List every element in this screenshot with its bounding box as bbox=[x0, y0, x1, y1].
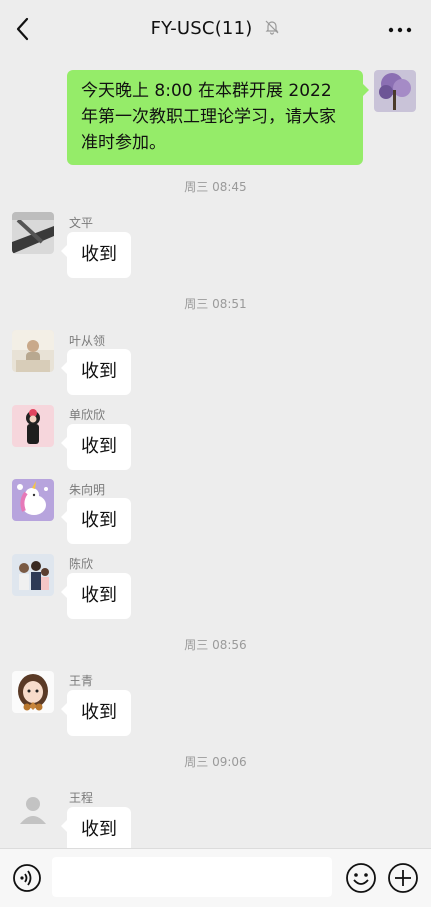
self-avatar[interactable] bbox=[374, 70, 416, 112]
message-bubble[interactable]: 收到 bbox=[61, 690, 131, 736]
sender-name: 叶从领 bbox=[69, 334, 106, 348]
sender-name: 王程 bbox=[69, 791, 94, 805]
message-text: 收到 bbox=[81, 510, 117, 531]
avatar[interactable] bbox=[12, 554, 54, 596]
sender-name: 文平 bbox=[69, 216, 94, 230]
message-bubble[interactable]: 收到 bbox=[61, 573, 131, 619]
chat-title-wrap: FY-USC(11) bbox=[0, 18, 431, 40]
message-list[interactable]: 今天晚上 8:00 在本群开展 2022 年第一次教职工理论学习，请大家准时参加… bbox=[0, 58, 431, 848]
message-input[interactable] bbox=[52, 857, 332, 897]
timestamp: 周三 08:51 bbox=[184, 297, 247, 311]
bell-muted-icon bbox=[264, 19, 280, 40]
default-avatar-icon[interactable] bbox=[12, 788, 54, 830]
timestamp: 周三 08:56 bbox=[184, 638, 247, 652]
sender-name: 王青 bbox=[69, 674, 94, 688]
message-text: 收到 bbox=[81, 585, 117, 606]
message-bubble[interactable]: 收到 bbox=[61, 807, 131, 848]
message-bubble[interactable]: 收到 bbox=[61, 349, 131, 395]
sender-name: 陈欣 bbox=[69, 557, 94, 571]
message-text: 收到 bbox=[81, 436, 117, 457]
avatar[interactable] bbox=[12, 330, 54, 372]
sender-name: 朱向明 bbox=[69, 483, 106, 497]
voice-icon[interactable] bbox=[12, 863, 42, 893]
composer-bar bbox=[0, 848, 431, 907]
message-bubble[interactable]: 收到 bbox=[61, 498, 131, 544]
message-text: 收到 bbox=[81, 702, 117, 723]
self-message-text: 今天晚上 8:00 在本群开展 2022 年第一次教职工理论学习，请大家准时参加… bbox=[81, 81, 336, 153]
timestamp: 周三 09:06 bbox=[184, 755, 247, 769]
message-bubble[interactable]: 收到 bbox=[61, 424, 131, 470]
avatar[interactable] bbox=[12, 671, 54, 713]
message-text: 收到 bbox=[81, 244, 117, 265]
timestamp: 周三 08:45 bbox=[184, 180, 247, 194]
self-message-bubble[interactable]: 今天晚上 8:00 在本群开展 2022 年第一次教职工理论学习，请大家准时参加… bbox=[67, 70, 369, 165]
avatar[interactable] bbox=[12, 479, 54, 521]
message-bubble[interactable]: 收到 bbox=[61, 232, 131, 278]
plus-icon[interactable] bbox=[387, 862, 419, 894]
message-text: 收到 bbox=[81, 361, 117, 382]
emoji-icon[interactable] bbox=[345, 862, 377, 894]
chat-title: FY-USC(11) bbox=[150, 18, 253, 39]
message-text: 收到 bbox=[81, 819, 117, 840]
avatar[interactable] bbox=[12, 212, 54, 254]
sender-name: 单欣欣 bbox=[69, 408, 106, 422]
avatar[interactable] bbox=[12, 405, 54, 447]
chat-header: FY-USC(11) bbox=[0, 0, 431, 58]
more-dots-icon[interactable] bbox=[387, 22, 413, 36]
